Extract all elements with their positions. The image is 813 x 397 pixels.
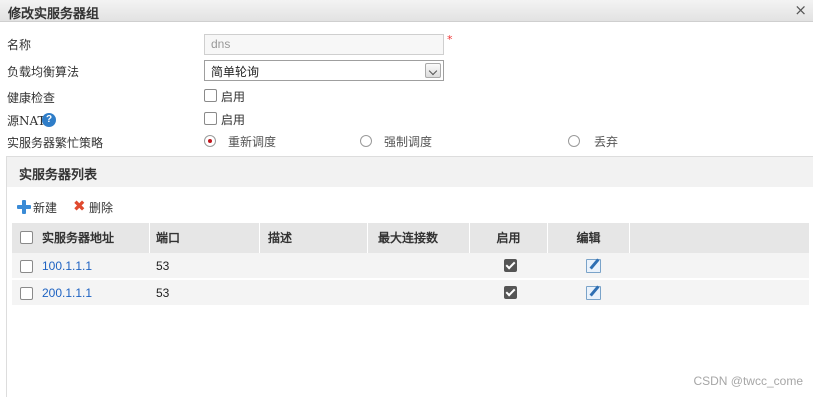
algorithm-select[interactable]: 简单轮询 <box>204 60 444 81</box>
radio-reschedule[interactable] <box>204 135 216 147</box>
help-icon[interactable]: ? <box>42 113 56 127</box>
name-row: 名称 dns * <box>0 33 813 55</box>
health-checkbox-label: 启用 <box>221 90 246 104</box>
algorithm-label: 负载均衡算法 <box>7 65 80 79</box>
server-address-link[interactable]: 100.1.1.1 <box>42 253 92 280</box>
delete-icon: ✖ <box>73 197 86 215</box>
busy-policy-label: 实服务器繁忙策略 <box>7 136 104 150</box>
edit-icon[interactable] <box>586 259 601 273</box>
header-edit: 编辑 <box>548 223 630 253</box>
new-button[interactable]: 新建 <box>17 199 67 215</box>
algorithm-select-value: 简单轮询 <box>211 65 260 79</box>
delete-button-label: 删除 <box>89 201 114 215</box>
server-table: 实服务器地址 端口 描述 最大连接数 启用 编辑 100.1.1.1 53 20… <box>12 223 809 307</box>
table-row[interactable]: 100.1.1.1 53 <box>12 253 809 280</box>
snat-checkbox[interactable] <box>204 112 217 125</box>
dialog-title: 修改实服务器组 <box>8 7 100 22</box>
health-row: 健康检查 启用 <box>0 86 813 108</box>
snat-checkbox-label: 启用 <box>221 113 246 127</box>
panel-title: 实服务器列表 <box>19 168 98 183</box>
table-row[interactable]: 200.1.1.1 53 <box>12 280 809 307</box>
new-button-label: 新建 <box>33 201 58 215</box>
name-input[interactable]: dns <box>204 34 444 55</box>
header-enabled: 启用 <box>470 223 548 253</box>
row-checkbox[interactable] <box>20 287 33 300</box>
radio-force-label: 强制调度 <box>384 135 433 149</box>
select-all-checkbox[interactable] <box>20 231 33 244</box>
close-icon[interactable]: × <box>794 1 807 19</box>
header-address-label: 实服务器地址 <box>42 231 115 245</box>
busy-policy-row: 实服务器繁忙策略 重新调度 强制调度 丢弃 <box>0 131 813 153</box>
row-checkbox[interactable] <box>20 260 33 273</box>
enabled-checkbox[interactable] <box>504 259 517 272</box>
panel-header: 实服务器列表 <box>7 157 813 187</box>
required-mark: * <box>447 33 453 46</box>
plus-icon <box>17 200 31 214</box>
watermark: CSDN @twcc_come <box>693 374 803 388</box>
header-description: 描述 <box>260 223 368 253</box>
name-label: 名称 <box>7 38 32 52</box>
radio-reschedule-label: 重新调度 <box>228 135 277 149</box>
algorithm-row: 负载均衡算法 简单轮询 <box>0 60 813 82</box>
enabled-checkbox[interactable] <box>504 286 517 299</box>
edit-icon[interactable] <box>586 286 601 300</box>
header-port: 端口 <box>150 223 260 253</box>
server-address-link[interactable]: 200.1.1.1 <box>42 280 92 307</box>
header-address: 实服务器地址 <box>12 223 150 253</box>
chevron-down-icon[interactable] <box>425 63 441 78</box>
dialog-titlebar: 修改实服务器组 × <box>0 0 813 22</box>
radio-drop[interactable] <box>568 135 580 147</box>
server-port: 53 <box>156 259 170 273</box>
snat-label: 源NAT <box>7 114 46 128</box>
server-port: 53 <box>156 286 170 300</box>
snat-row: 源NAT ? 启用 <box>0 109 813 131</box>
radio-force[interactable] <box>360 135 372 147</box>
health-label: 健康检查 <box>7 91 56 105</box>
delete-button[interactable]: ✖ 删除 <box>73 197 123 216</box>
table-header: 实服务器地址 端口 描述 最大连接数 启用 编辑 <box>12 223 809 253</box>
header-max-connections: 最大连接数 <box>368 223 470 253</box>
server-list-panel: 实服务器列表 新建 ✖ 删除 实服务器地址 端口 描述 最大连接数 启用 编辑 … <box>6 156 813 397</box>
health-checkbox[interactable] <box>204 89 217 102</box>
radio-drop-label: 丢弃 <box>594 135 619 149</box>
